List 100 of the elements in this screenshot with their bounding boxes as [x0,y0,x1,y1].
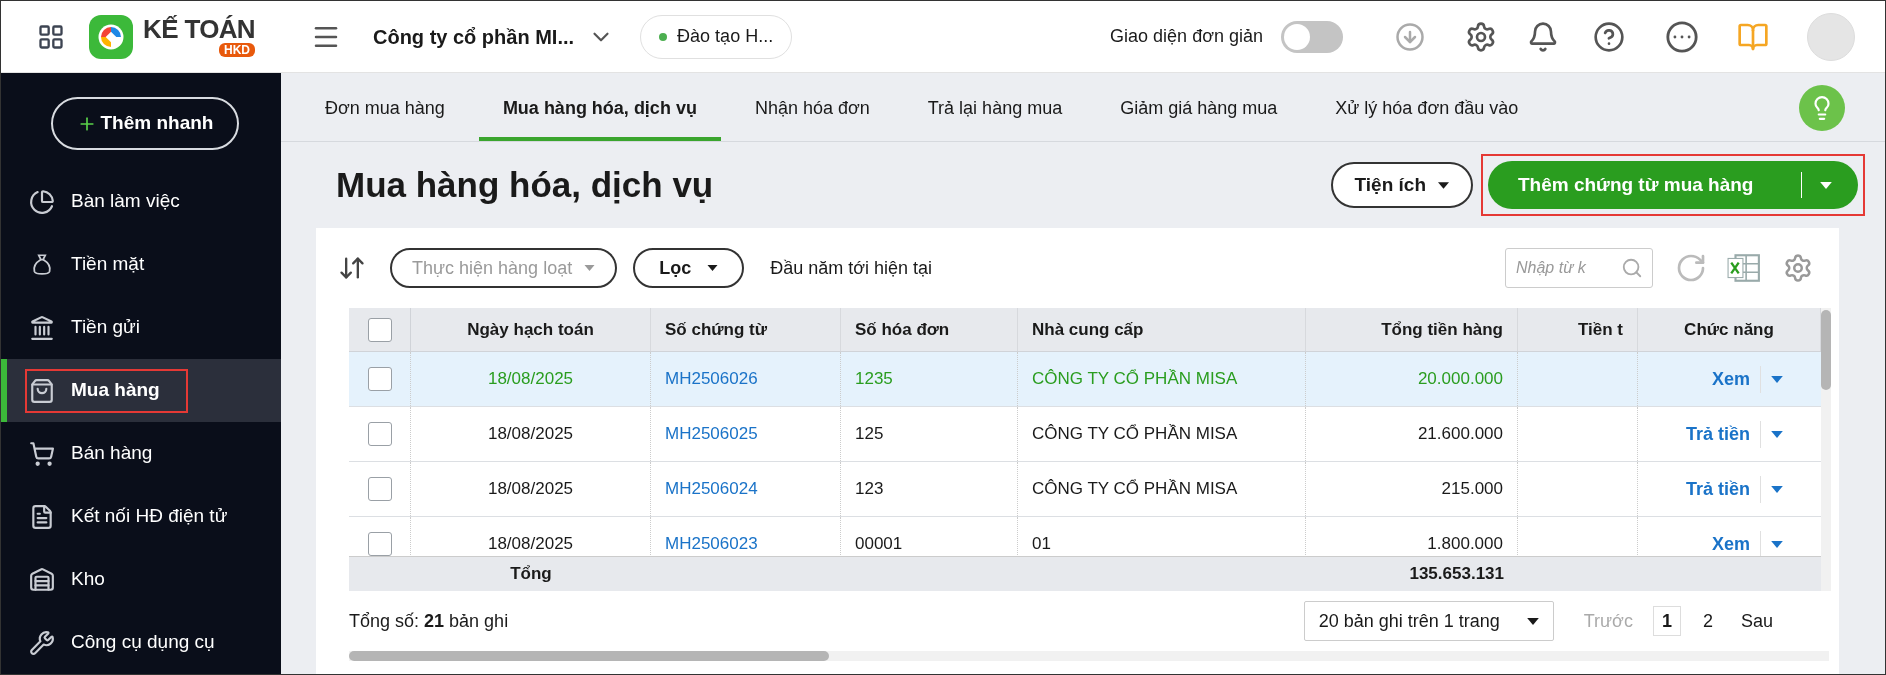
column-header: Ngày hạch toán [467,318,594,341]
action-link[interactable]: Trả tiền [1685,475,1761,503]
refresh-icon[interactable] [1675,252,1707,284]
search-icon [1621,257,1643,279]
sidebar-item[interactable]: Bàn làm việc [1,170,281,233]
apps-grid-icon[interactable] [37,22,65,51]
add-voucher-button[interactable]: Thêm chứng từ mua hàng [1488,161,1858,209]
action-link[interactable]: Trả tiền [1685,420,1761,448]
app-logo-icon [89,14,133,59]
sidebar-item[interactable]: Bán hàng [1,422,281,485]
column-header: Tiền t [1577,318,1623,341]
sidebar-label: Tiền mặt [71,252,145,277]
tools-icon [29,629,55,656]
page-size-dropdown[interactable]: 20 bản ghi trên 1 trang [1303,601,1554,641]
voucher-link[interactable]: MH2506026 [665,366,758,392]
supplier-cell-text: CÔNG TY CỔ PHẦN MISA [1032,368,1238,391]
more-icon[interactable] [1665,19,1699,54]
checkbox[interactable] [367,532,392,556]
caret-icon [1771,485,1783,493]
amount-cell-text: 20.000.000 [1417,368,1503,391]
toggle-switch[interactable] [1281,20,1343,53]
company-name[interactable]: Công ty cổ phần MI... [373,21,575,52]
bank-icon [29,314,55,341]
table-row[interactable]: 18/08/2025 MH2506025 125 CÔNG TY CỔ PHẦN MISA 21.600.000 Trả tiền [349,407,1821,462]
filter-dropdown[interactable]: Lọc [633,248,745,288]
branch-label: Đào tạo H... [677,25,774,48]
settings-icon[interactable] [1465,20,1497,53]
help-icon[interactable] [1593,20,1625,53]
totals-amount: 135.653.131 [1409,563,1504,586]
tab[interactable]: Đơn mua hàng [301,95,469,141]
date-cell-text: 18/08/2025 [487,533,574,556]
sidebar-item[interactable]: Mua hàng [1,359,281,422]
record-count: Tổng số: 21 bản ghi [349,609,509,633]
checkbox[interactable] [367,477,392,501]
column-header: Chức năng [1684,318,1774,341]
horizontal-scrollbar[interactable] [349,651,1829,661]
caret-icon [1526,617,1539,625]
date-cell-text: 18/08/2025 [487,368,574,391]
supplier-cell-text: 01 [1032,533,1051,556]
brand-tag: HKD [219,43,255,57]
table-row[interactable]: 18/08/2025 MH2506026 1235 CÔNG TY CỔ PHẦN MISA 20.000.000 Xem [349,352,1821,407]
avatar[interactable] [1807,12,1855,61]
tab[interactable]: Mua hàng hóa, dịch vụ [478,95,721,141]
action-link[interactable]: Xem [1711,365,1761,393]
search-field[interactable]: Nhập từ k [1505,248,1653,288]
page-title: Mua hàng hóa, dịch vụ [336,163,714,206]
invoice-cell-text: 123 [855,478,884,501]
caret-icon [1820,181,1832,189]
sidebar-label: Bàn làm việc [71,189,180,214]
amount-cell-text: 1.800.000 [1427,533,1503,556]
pagination-link[interactable]: 1 [1652,606,1681,636]
scrollbar[interactable] [1821,308,1831,591]
invoice-cell-text: 00001 [855,533,903,556]
caret-icon [1771,375,1783,383]
table-row[interactable]: 18/08/2025 MH2506024 123 CÔNG TY CỔ PHẦN MISA 215.000 Trả tiền [349,462,1821,517]
tab[interactable]: Xử lý hóa đơn đầu vào [1311,95,1543,141]
sidebar-label: Tiền gửi [71,315,141,340]
caret-icon [1771,430,1783,438]
sidebar-item[interactable]: Tiền gửi [1,296,281,359]
checkbox[interactable] [367,317,392,342]
amount-cell-text: 21.600.000 [1417,423,1503,446]
sidebar-label: Bán hàng [71,441,153,466]
amount-cell-text: 215.000 [1441,478,1503,501]
caret-icon [707,265,719,271]
utilities-button[interactable]: Tiện ích [1330,162,1473,208]
warehouse-icon [29,566,55,593]
voucher-link[interactable]: MH2506025 [665,421,758,447]
caret-icon [1771,540,1783,548]
caret-icon [1438,181,1449,189]
sidebar-item[interactable]: Kho [1,548,281,611]
date-cell-text: 18/08/2025 [487,423,574,446]
invoice-cell-text: 125 [855,423,884,446]
tab[interactable]: Giảm giá hàng mua [1096,95,1302,141]
lightbulb-button[interactable] [1799,85,1845,131]
voucher-link[interactable]: MH2506023 [665,531,758,556]
pagination-link[interactable]: Sau [1734,607,1779,635]
quick-add-button[interactable]: Thêm nhanh [51,97,239,150]
column-header: Nhà cung cấp [1032,318,1144,341]
sidebar-label: Kết nối HĐ điện tử [71,504,228,529]
sidebar-item[interactable]: Kết nối HĐ điện tử [1,485,281,548]
voucher-link[interactable]: MH2506024 [665,476,758,502]
checkbox[interactable] [367,367,392,391]
column-header: Tổng tiền hàng [1381,318,1503,341]
sidebar-item[interactable]: Tiền mặt [1,233,281,296]
spreadsheet-icon[interactable] [1727,253,1761,283]
sidebar-item[interactable]: Công cụ dụng cụ [1,611,281,674]
bell-icon[interactable] [1527,20,1559,53]
cart-icon [29,440,55,467]
tab[interactable]: Trả lại hàng mua [903,95,1087,141]
date-cell-text: 18/08/2025 [487,478,574,501]
shopping-bag-icon [29,377,55,404]
sidebar-label: Mua hàng [71,378,160,403]
tab[interactable]: Nhận hóa đơn [730,95,894,141]
checkbox[interactable] [367,422,392,446]
brand-name: KẾ TOÁN [143,16,255,42]
sidebar-label: Công cụ dụng cụ [71,630,215,655]
download-icon[interactable] [1395,21,1425,52]
invoice-cell-text: 1235 [855,368,893,391]
pagination-link[interactable]: 2 [1694,606,1721,636]
caret-icon [584,265,596,271]
